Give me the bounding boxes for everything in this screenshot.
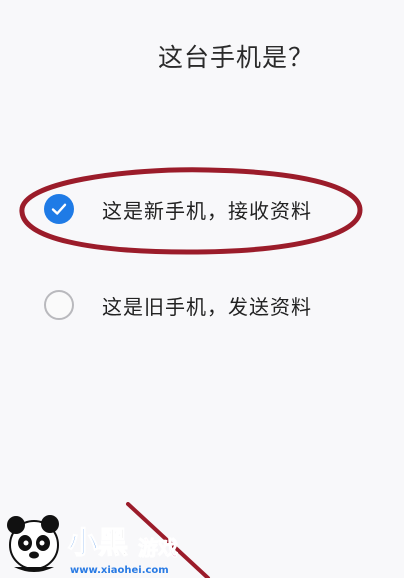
- option-old-phone-label: 这是旧手机，发送资料: [102, 294, 312, 319]
- panda-icon: [7, 515, 59, 572]
- svg-text:黑: 黑: [98, 526, 128, 561]
- phone-screen: 这台手机是？ 这是新手机，接收资料 这是旧手机，发送资料 小 黑 游戏 www.…: [0, 0, 404, 578]
- page-title: 这台手机是？: [158, 43, 315, 72]
- brand-lettering: 小 黑 游戏 www.xiaohei.com: [67, 525, 178, 576]
- annotation-stroke: [126, 502, 210, 578]
- option-new-phone[interactable]: 这是新手机，接收资料: [44, 192, 312, 226]
- option-new-phone-label: 这是新手机，接收资料: [102, 198, 312, 223]
- svg-text:小: 小: [68, 526, 98, 561]
- svg-text:www.xiaohei.com: www.xiaohei.com: [70, 565, 169, 576]
- checkmark-icon: [51, 203, 67, 215]
- radio-checked[interactable]: [44, 194, 74, 224]
- svg-text:游戏: 游戏: [138, 536, 178, 560]
- radio-unchecked[interactable]: [44, 290, 74, 320]
- watermark-logo: 小 黑 游戏 www.xiaohei.com: [7, 515, 178, 576]
- option-old-phone[interactable]: 这是旧手机，发送资料: [44, 288, 312, 322]
